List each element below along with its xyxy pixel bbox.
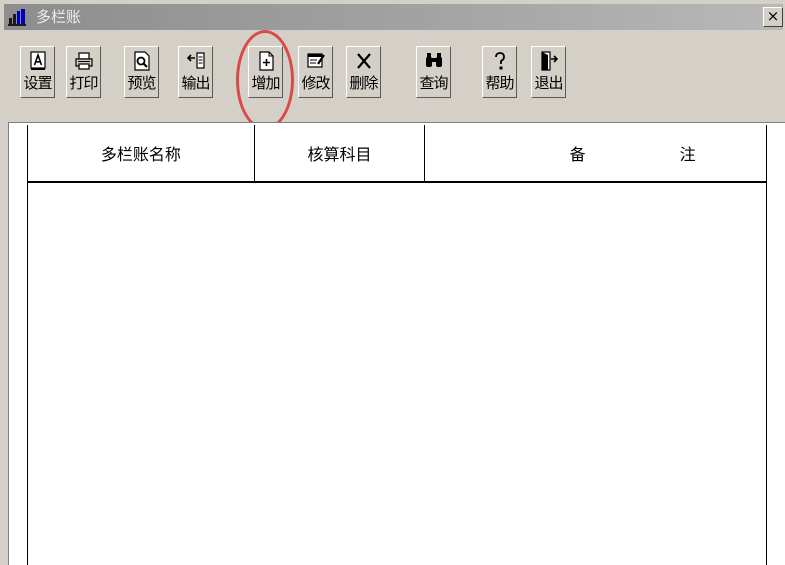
app-chart-icon [8,9,26,26]
exit-label: 退出 [534,74,563,92]
close-icon: × [766,7,780,25]
preview-label: 预览 [127,74,156,92]
settings-letter-a-icon [30,51,46,70]
delete-button[interactable]: 删除 [346,46,381,98]
help-question-icon [495,52,505,70]
exit-button[interactable]: 退出 [531,46,566,98]
binoculars-icon [426,53,442,67]
remarks-header-part1: 备 [569,145,586,164]
column-header-accounting-subject[interactable]: 核算科目 [253,125,426,183]
edit-form-icon [307,53,325,68]
help-button[interactable]: 帮助 [482,46,517,98]
settings-label: 设置 [23,74,52,92]
remarks-header-part2: 注 [679,145,696,164]
title-bar: 多栏账 × [4,4,783,30]
preview-button[interactable]: 预览 [124,46,159,98]
grid-right-border [766,125,767,565]
add-label: 增加 [251,74,280,92]
export-button[interactable]: 输出 [178,46,213,98]
column-header-ledger-name[interactable]: 多栏账名称 [27,125,255,183]
print-button[interactable]: 打印 [66,46,101,98]
export-arrow-icon [186,52,205,69]
printer-icon [75,52,93,70]
window-title: 多栏账 [36,8,82,26]
table-body-empty[interactable] [28,184,766,565]
settings-button[interactable]: 设置 [20,46,55,98]
query-label: 查询 [419,74,448,92]
print-label: 打印 [69,74,98,92]
query-button[interactable]: 查询 [416,46,451,98]
export-label: 输出 [181,74,210,92]
ledger-table: 多栏账名称 核算科目 备注 [27,125,767,183]
ledger-grid: 多栏账名称 核算科目 备注 [8,122,785,565]
help-label: 帮助 [485,74,514,92]
delete-label: 删除 [349,74,378,92]
edit-label: 修改 [301,74,330,92]
toolbar: 设置 打印 预览 输出 增加 修改 删除 查询 帮助 退出 [0,30,785,126]
add-document-icon [259,51,274,71]
exit-door-icon [541,51,559,71]
column-header-remarks[interactable]: 备注 [424,125,767,183]
table-header-row: 多栏账名称 核算科目 备注 [27,125,767,183]
preview-magnifier-icon [134,51,150,71]
add-button[interactable]: 增加 [248,46,283,98]
delete-x-icon [357,53,371,69]
close-button[interactable]: × [763,7,783,27]
multi-column-ledger-window: 多栏账 × 设置 打印 预览 输出 增加 修改 删除 查询 帮助 退出 多栏账名… [0,0,785,565]
edit-button[interactable]: 修改 [298,46,333,98]
